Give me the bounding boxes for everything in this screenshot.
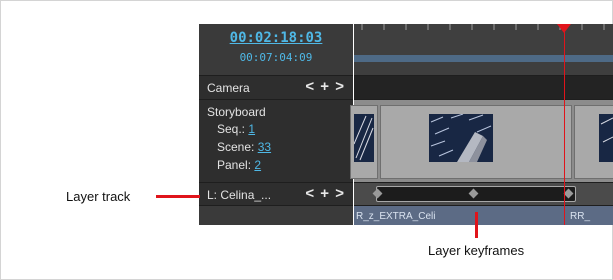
storyboard-track-header: Storyboard Seq.: 1 Scene: 33 Panel: 2 <box>199 100 353 183</box>
camera-nav: < + > <box>305 78 345 95</box>
storyboard-panel-thumbnail[interactable] <box>574 105 613 179</box>
panel-row: Panel: 2 <box>217 158 261 172</box>
layer-nav: < + > <box>305 185 345 202</box>
scene-link[interactable]: 33 <box>258 140 271 154</box>
camera-add-button[interactable]: + <box>320 78 330 95</box>
layer-add-button[interactable]: + <box>320 185 330 202</box>
storyboard-panel-thumbnail[interactable] <box>380 105 572 179</box>
timecode-box: 00:02:18:03 00:07:04:09 <box>199 24 353 76</box>
camera-next-button[interactable]: > <box>335 78 345 95</box>
camera-prev-button[interactable]: < <box>305 78 315 95</box>
layer-prev-button[interactable]: < <box>305 185 315 202</box>
seq-row: Seq.: 1 <box>217 122 255 136</box>
panel-artwork <box>353 115 374 161</box>
storyboard-track[interactable] <box>350 100 613 183</box>
panel-image <box>429 113 493 162</box>
keyframe-end[interactable] <box>563 188 574 199</box>
seq-link[interactable]: 1 <box>248 122 255 136</box>
ruler-range-bar <box>354 55 613 62</box>
ruler-scene-bar <box>354 62 613 76</box>
scene-label: Scene: <box>217 140 255 154</box>
panel-image <box>599 114 613 162</box>
panel-link[interactable]: 2 <box>254 158 261 172</box>
layer-keyframes-callout-line <box>475 212 478 238</box>
seq-label: Seq.: <box>217 122 246 136</box>
panel-image <box>353 114 374 162</box>
timeline-left-panel: 00:02:18:03 00:07:04:09 Camera < + > Sto… <box>199 24 353 225</box>
camera-track[interactable] <box>354 76 613 100</box>
panel-label: Panel: <box>217 158 252 172</box>
timeline-ui: 00:02:18:03 00:07:04:09 Camera < + > Sto… <box>199 24 613 225</box>
clip-label: R_z_EXTRA_Celi <box>356 211 436 222</box>
storyboard-panel-thumbnail[interactable] <box>350 105 378 179</box>
layer-next-button[interactable]: > <box>335 185 345 202</box>
layer-label: L: Celina_... <box>207 188 272 202</box>
keyframe-start[interactable] <box>372 188 383 199</box>
layer-keyframes-callout: Layer keyframes <box>428 243 525 258</box>
clip-label: RR_ <box>570 211 591 222</box>
audio-track-header <box>199 206 353 225</box>
timeline-area: R_z_EXTRA_Celi RR_ <box>350 24 613 225</box>
layer-keyframe-bar[interactable] <box>372 186 576 202</box>
scene-row: Scene: 33 <box>217 140 271 154</box>
camera-label: Camera <box>207 81 250 95</box>
panel-artwork <box>600 117 613 143</box>
current-timecode[interactable]: 00:02:18:03 <box>199 30 353 46</box>
time-ruler[interactable] <box>354 24 613 55</box>
clip-track[interactable]: R_z_EXTRA_Celi RR_ <box>354 206 613 225</box>
camera-track-header[interactable]: Camera < + > <box>199 76 353 100</box>
layer-track-header[interactable]: L: Celina_... < + > <box>199 183 353 206</box>
layer-track-callout-line <box>156 195 200 198</box>
layer-track-callout: Layer track <box>66 189 131 204</box>
ruler-ticks <box>361 24 605 30</box>
total-timecode: 00:07:04:09 <box>239 51 313 64</box>
panel-artwork <box>430 113 492 162</box>
playhead-line[interactable] <box>564 24 565 225</box>
layer-track[interactable] <box>354 183 613 206</box>
keyframe-middle[interactable] <box>468 188 479 199</box>
storyboard-title: Storyboard <box>207 105 266 119</box>
